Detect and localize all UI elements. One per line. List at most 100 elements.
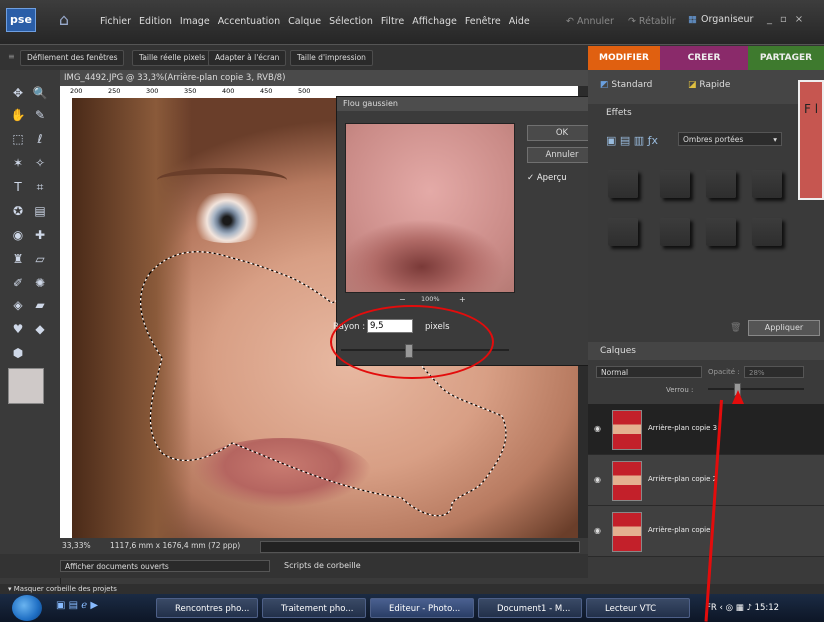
layer-row[interactable]: ◉ Arrière-plan copie 3 [588, 404, 824, 455]
menu-accentuation[interactable]: Accentuation [218, 16, 280, 27]
home-icon[interactable]: ⌂ [52, 8, 76, 32]
text-tool-icon[interactable]: T [8, 178, 28, 196]
maximize-icon[interactable]: ▫ [780, 14, 795, 25]
start-button[interactable] [12, 595, 42, 621]
smart-brush-icon[interactable]: ✺ [30, 274, 50, 292]
taskbar-item[interactable]: Lecteur VTC [586, 598, 690, 618]
effects-dropdown[interactable]: Ombres portées ▾ [678, 132, 782, 146]
paint-bucket-icon[interactable]: ◈ [8, 296, 28, 314]
tab-modifier[interactable]: MODIFIER [588, 46, 660, 70]
hand-tool-icon[interactable]: ✋ [8, 106, 28, 124]
ok-button[interactable]: OK [527, 125, 597, 141]
effect-thumbnail[interactable] [752, 170, 782, 198]
effect-thumbnail[interactable] [752, 218, 782, 246]
close-icon[interactable]: × [795, 14, 811, 25]
document-status-bar: 33,33% 1117,6 mm x 1676,4 mm (72 ppp) [60, 538, 588, 554]
show-documents-dropdown[interactable]: Afficher documents ouverts [60, 560, 270, 572]
menu-fenetre[interactable]: Fenêtre [465, 16, 501, 27]
menu-affichage[interactable]: Affichage [412, 16, 457, 27]
blur-tool-icon[interactable]: ♥ [8, 320, 28, 338]
eye-icon[interactable]: ◉ [594, 475, 601, 484]
menu-fichier[interactable]: Fichier [100, 16, 131, 27]
taskbar-item[interactable]: Traitement pho... [262, 598, 366, 618]
preview-checkbox[interactable]: ✓ Aperçu [527, 173, 567, 183]
fit-screen-button[interactable]: Adapter à l'écran [208, 50, 287, 66]
effect-thumbnail[interactable] [660, 218, 690, 246]
checkmark-icon: ✓ [527, 173, 535, 183]
scroll-windows-button[interactable]: Défilement des fenêtres [20, 50, 125, 66]
magic-wand-icon[interactable]: ✶ [8, 154, 28, 172]
redo-button[interactable]: ↷ Rétablir [628, 16, 676, 27]
selection-brush-icon[interactable]: ✧ [30, 154, 50, 172]
menu-bar: pse ⌂ Fichier Edition Image Accentuation… [0, 0, 824, 44]
ruler-tick: 450 [260, 87, 273, 95]
menu-aide[interactable]: Aide [509, 16, 530, 27]
hide-project-bin[interactable]: ▾ Masquer corbeille des projets [0, 584, 824, 594]
opacity-input[interactable]: 28% [744, 366, 804, 378]
taskbar-item[interactable]: Editeur - Photo... [370, 598, 474, 618]
pencil-tool-icon[interactable]: ⬢ [8, 344, 28, 362]
taskbar-item[interactable]: Rencontres pho... [156, 598, 258, 618]
move-tool-icon[interactable]: ✥ [8, 84, 28, 102]
gradient-tool-icon[interactable]: ▰ [30, 296, 50, 314]
menu-calque[interactable]: Calque [288, 16, 321, 27]
redo-icon: ↷ [627, 16, 639, 27]
lasso-tool-icon[interactable]: ℓ [30, 130, 50, 148]
shape-tool-icon[interactable]: ✪ [8, 202, 28, 220]
quick-launch-icons[interactable]: ▣ ▤ ℯ ▶ [56, 600, 98, 611]
menu-edition[interactable]: Edition [139, 16, 172, 27]
trash-icon[interactable]: 🗑 [730, 323, 741, 333]
tab-rapide[interactable]: ◪ Rapide [688, 80, 730, 90]
menu-selection[interactable]: Sélection [329, 16, 373, 27]
blend-mode-dropdown[interactable]: Normal [596, 366, 702, 378]
layer-row[interactable]: ◉ Arrière-plan copie [588, 506, 824, 557]
tab-partager[interactable]: PARTAGER [748, 46, 824, 70]
document-title: IMG_4492.JPG @ 33,3%(Arrière-plan copie … [60, 70, 588, 86]
horizontal-scrollbar[interactable] [260, 541, 580, 553]
tray-icons[interactable]: ‹ ◎ ▦ ♪ [720, 603, 755, 613]
healing-brush-icon[interactable]: ✚ [30, 226, 50, 244]
layer-name: Arrière-plan copie [648, 526, 711, 534]
taskbar-item[interactable]: Document1 - M... [478, 598, 582, 618]
print-size-button[interactable]: Taille d'impression [290, 50, 373, 66]
tab-creer[interactable]: CREER [660, 46, 748, 70]
marquee-tool-icon[interactable]: ⬚ [8, 130, 28, 148]
menu-image[interactable]: Image [180, 16, 210, 27]
undo-button[interactable]: ↶ Annuler [566, 16, 614, 27]
red-eye-tool-icon[interactable]: ◉ [8, 226, 28, 244]
cancel-button[interactable]: Annuler [527, 147, 597, 163]
effect-thumbnail[interactable] [660, 170, 690, 198]
minimize-icon[interactable]: _ [767, 14, 780, 25]
main-menu: Fichier Edition Image Accentuation Calqu… [100, 16, 530, 27]
eye-icon[interactable]: ◉ [594, 526, 601, 535]
opacity-slider-track[interactable] [708, 388, 804, 390]
foreground-color-swatch[interactable] [8, 368, 44, 404]
effect-thumbnail[interactable] [608, 218, 638, 246]
zoom-tool-icon[interactable]: 🔍 [30, 84, 50, 102]
apply-button[interactable]: Appliquer [748, 320, 820, 336]
bin-scripts-menu[interactable]: Scripts de corbeille [284, 561, 361, 570]
effects-category-icons[interactable]: ▣ ▤ ▥ ƒx [606, 134, 658, 147]
layer-thumbnail [612, 512, 642, 552]
brush-tool-icon[interactable]: ✐ [8, 274, 28, 292]
menu-filtre[interactable]: Filtre [381, 16, 404, 27]
stamp-tool-icon[interactable]: ♜ [8, 250, 28, 268]
eye-icon[interactable]: ◉ [594, 424, 601, 433]
organizer-button[interactable]: ▦ Organiseur [688, 14, 753, 25]
sponge-tool-icon[interactable]: ◆ [30, 320, 50, 338]
eraser-tool-icon[interactable]: ▱ [30, 250, 50, 268]
layer-row[interactable]: ◉ Arrière-plan copie 2 [588, 455, 824, 506]
effect-thumbnail[interactable] [706, 218, 736, 246]
recompose-tool-icon[interactable]: ▤ [30, 202, 50, 220]
clock[interactable]: 15:12 [755, 603, 780, 613]
ruler-tick: 350 [184, 87, 197, 95]
effect-thumbnail[interactable] [608, 170, 638, 198]
grip-icon: ≡ [8, 52, 15, 61]
organizer-icon: ▦ [688, 14, 697, 25]
effect-thumbnail[interactable] [706, 170, 736, 198]
crop-tool-icon[interactable]: ⌗ [30, 178, 50, 196]
tab-standard[interactable]: ◩ Standard [600, 80, 652, 90]
eyedropper-tool-icon[interactable]: ✎ [30, 106, 50, 124]
actual-pixels-button[interactable]: Taille réelle pixels [132, 50, 213, 66]
zoom-readout: 33,33% [62, 541, 91, 550]
